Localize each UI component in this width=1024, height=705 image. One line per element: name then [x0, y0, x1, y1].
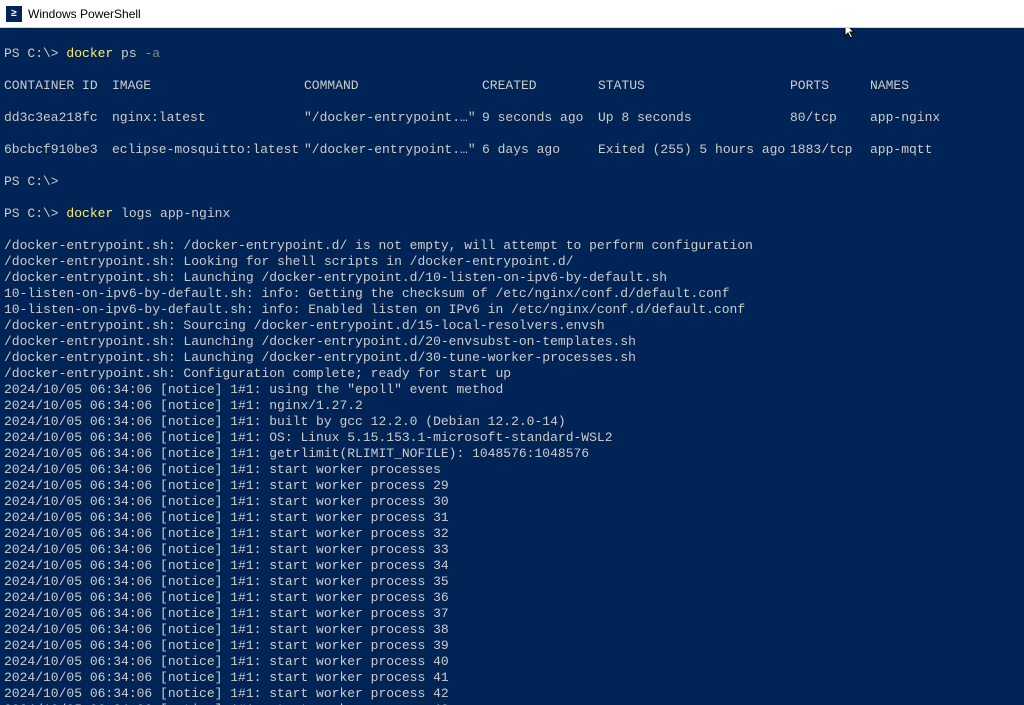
log-line: 2024/10/05 06:34:06 [notice] 1#1: start …: [4, 638, 1020, 654]
prompt: PS C:\>: [4, 174, 66, 189]
cell-status: Exited (255) 5 hours ago: [598, 142, 790, 158]
log-line: /docker-entrypoint.sh: Configuration com…: [4, 366, 1020, 382]
log-line: 2024/10/05 06:34:06 [notice] 1#1: getrli…: [4, 446, 1020, 462]
powershell-icon: ≥: [6, 6, 22, 22]
log-line: 2024/10/05 06:34:06 [notice] 1#1: start …: [4, 526, 1020, 542]
log-line: 2024/10/05 06:34:06 [notice] 1#1: start …: [4, 606, 1020, 622]
log-line: 2024/10/05 06:34:06 [notice] 1#1: start …: [4, 510, 1020, 526]
cell-image: nginx:latest: [112, 110, 304, 126]
log-line: 10-listen-on-ipv6-by-default.sh: info: E…: [4, 302, 1020, 318]
col-header-names: NAMES: [870, 78, 909, 94]
log-line: 2024/10/05 06:34:06 [notice] 1#1: start …: [4, 622, 1020, 638]
table-row: 6bcbcf910be3eclipse-mosquitto:latest"/do…: [4, 142, 1020, 158]
table-row: dd3c3ea218fcnginx:latest"/docker-entrypo…: [4, 110, 1020, 126]
cell-names: app-mqtt: [870, 142, 932, 158]
log-line: 2024/10/05 06:34:06 [notice] 1#1: start …: [4, 462, 1020, 478]
prompt-line: PS C:\> docker ps -a: [4, 46, 1020, 62]
cmd-token: docker: [66, 46, 121, 61]
terminal-area[interactable]: PS C:\> docker ps -a CONTAINER IDIMAGECO…: [0, 28, 1024, 705]
log-line: 2024/10/05 06:34:06 [notice] 1#1: built …: [4, 414, 1020, 430]
log-line: /docker-entrypoint.sh: Launching /docker…: [4, 350, 1020, 366]
cell-image: eclipse-mosquitto:latest: [112, 142, 304, 158]
cell-id: 6bcbcf910be3: [4, 142, 112, 158]
cell-names: app-nginx: [870, 110, 940, 126]
log-line: 10-listen-on-ipv6-by-default.sh: info: G…: [4, 286, 1020, 302]
log-line: 2024/10/05 06:34:06 [notice] 1#1: start …: [4, 574, 1020, 590]
col-header-status: STATUS: [598, 78, 790, 94]
cmd-token: ps: [121, 46, 144, 61]
cmd-token: docker: [66, 206, 121, 221]
log-line: /docker-entrypoint.sh: Launching /docker…: [4, 334, 1020, 350]
log-line: 2024/10/05 06:34:06 [notice] 1#1: start …: [4, 542, 1020, 558]
log-line: /docker-entrypoint.sh: Sourcing /docker-…: [4, 318, 1020, 334]
log-output: /docker-entrypoint.sh: /docker-entrypoin…: [4, 238, 1020, 705]
log-line: 2024/10/05 06:34:06 [notice] 1#1: using …: [4, 382, 1020, 398]
col-header-image: IMAGE: [112, 78, 304, 94]
col-header-command: COMMAND: [304, 78, 482, 94]
powershell-window: ≥ Windows PowerShell PS C:\> docker ps -…: [0, 0, 1024, 705]
cell-ports: 1883/tcp: [790, 142, 870, 158]
col-header-created: CREATED: [482, 78, 598, 94]
log-line: /docker-entrypoint.sh: Looking for shell…: [4, 254, 1020, 270]
cell-command: "/docker-entrypoint.…": [304, 110, 482, 126]
log-line: 2024/10/05 06:34:06 [notice] 1#1: start …: [4, 558, 1020, 574]
cell-created: 9 seconds ago: [482, 110, 598, 126]
col-header-ports: PORTS: [790, 78, 870, 94]
log-line: 2024/10/05 06:34:06 [notice] 1#1: nginx/…: [4, 398, 1020, 414]
log-line: 2024/10/05 06:34:06 [notice] 1#1: OS: Li…: [4, 430, 1020, 446]
log-line: 2024/10/05 06:34:06 [notice] 1#1: start …: [4, 686, 1020, 702]
log-line: 2024/10/05 06:34:06 [notice] 1#1: start …: [4, 590, 1020, 606]
prompt: PS C:\>: [4, 46, 66, 61]
titlebar[interactable]: ≥ Windows PowerShell: [0, 0, 1024, 28]
cmd-flag: -a: [144, 46, 160, 61]
prompt: PS C:\>: [4, 206, 66, 221]
window-title: Windows PowerShell: [28, 7, 141, 21]
cell-status: Up 8 seconds: [598, 110, 790, 126]
prompt-line: PS C:\>: [4, 174, 1020, 190]
prompt-line: PS C:\> docker logs app-nginx: [4, 206, 1020, 222]
mouse-cursor-icon: [844, 28, 858, 42]
log-line: 2024/10/05 06:34:06 [notice] 1#1: start …: [4, 670, 1020, 686]
log-line: /docker-entrypoint.sh: /docker-entrypoin…: [4, 238, 1020, 254]
log-line: 2024/10/05 06:34:06 [notice] 1#1: start …: [4, 494, 1020, 510]
cell-ports: 80/tcp: [790, 110, 870, 126]
log-line: 2024/10/05 06:34:06 [notice] 1#1: start …: [4, 478, 1020, 494]
cell-id: dd3c3ea218fc: [4, 110, 112, 126]
col-header-id: CONTAINER ID: [4, 78, 112, 94]
table-header-row: CONTAINER IDIMAGECOMMANDCREATEDSTATUSPOR…: [4, 78, 1020, 94]
cell-command: "/docker-entrypoint.…": [304, 142, 482, 158]
cmd-token: logs app-nginx: [121, 206, 230, 221]
log-line: /docker-entrypoint.sh: Launching /docker…: [4, 270, 1020, 286]
cell-created: 6 days ago: [482, 142, 598, 158]
log-line: 2024/10/05 06:34:06 [notice] 1#1: start …: [4, 654, 1020, 670]
